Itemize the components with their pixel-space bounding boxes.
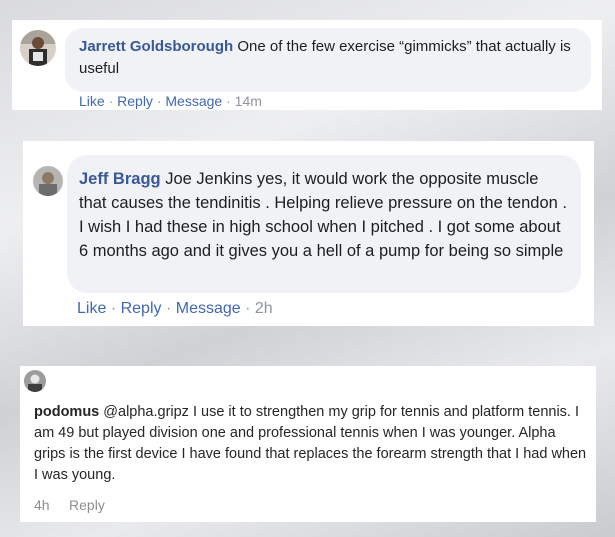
message-button[interactable]: Message	[165, 93, 222, 109]
comment-bubble: Jeff Bragg Joe Jenkins yes, it would wor…	[67, 155, 581, 293]
separator: ·	[226, 93, 231, 109]
comment-card-1: Jarrett Goldsborough One of the few exer…	[12, 20, 602, 110]
comment-timestamp[interactable]: 4h	[34, 497, 50, 513]
comment-author[interactable]: Jeff Bragg	[79, 170, 161, 188]
separator: ·	[110, 300, 117, 317]
avatar[interactable]	[20, 30, 56, 66]
comment-actions: Like · Reply · Message · 14m	[79, 92, 262, 110]
avatar[interactable]	[24, 370, 46, 392]
separator: ·	[245, 300, 251, 317]
comment-author[interactable]: Jarrett Goldsborough	[79, 38, 233, 55]
like-button[interactable]: Like	[77, 300, 106, 317]
like-button[interactable]: Like	[79, 93, 105, 109]
comment-actions: Like · Reply · Message · 2h	[77, 299, 273, 319]
comment-author[interactable]: podomus	[34, 404, 99, 420]
comment-bubble: Jarrett Goldsborough One of the few exer…	[65, 28, 591, 92]
message-button[interactable]: Message	[176, 300, 241, 317]
comment-text: @alpha.gripz I use it to strengthen my g…	[34, 404, 587, 483]
comment-card-3: podomus @alpha.gripz I use it to strengt…	[20, 366, 596, 522]
reply-button[interactable]: Reply	[121, 300, 162, 317]
avatar[interactable]	[33, 166, 63, 196]
separator: ·	[165, 300, 172, 317]
comment-body: podomus @alpha.gripz I use it to strengt…	[34, 402, 590, 486]
separator: ·	[108, 93, 114, 109]
reply-button[interactable]: Reply	[69, 497, 105, 513]
comment-timestamp[interactable]: 2h	[255, 300, 273, 317]
reply-button[interactable]: Reply	[117, 93, 153, 109]
separator: ·	[156, 93, 162, 109]
comment-card-2: Jeff Bragg Joe Jenkins yes, it would wor…	[23, 141, 594, 326]
comment-actions: 4h Reply	[34, 496, 105, 514]
comment-timestamp[interactable]: 14m	[235, 93, 262, 109]
